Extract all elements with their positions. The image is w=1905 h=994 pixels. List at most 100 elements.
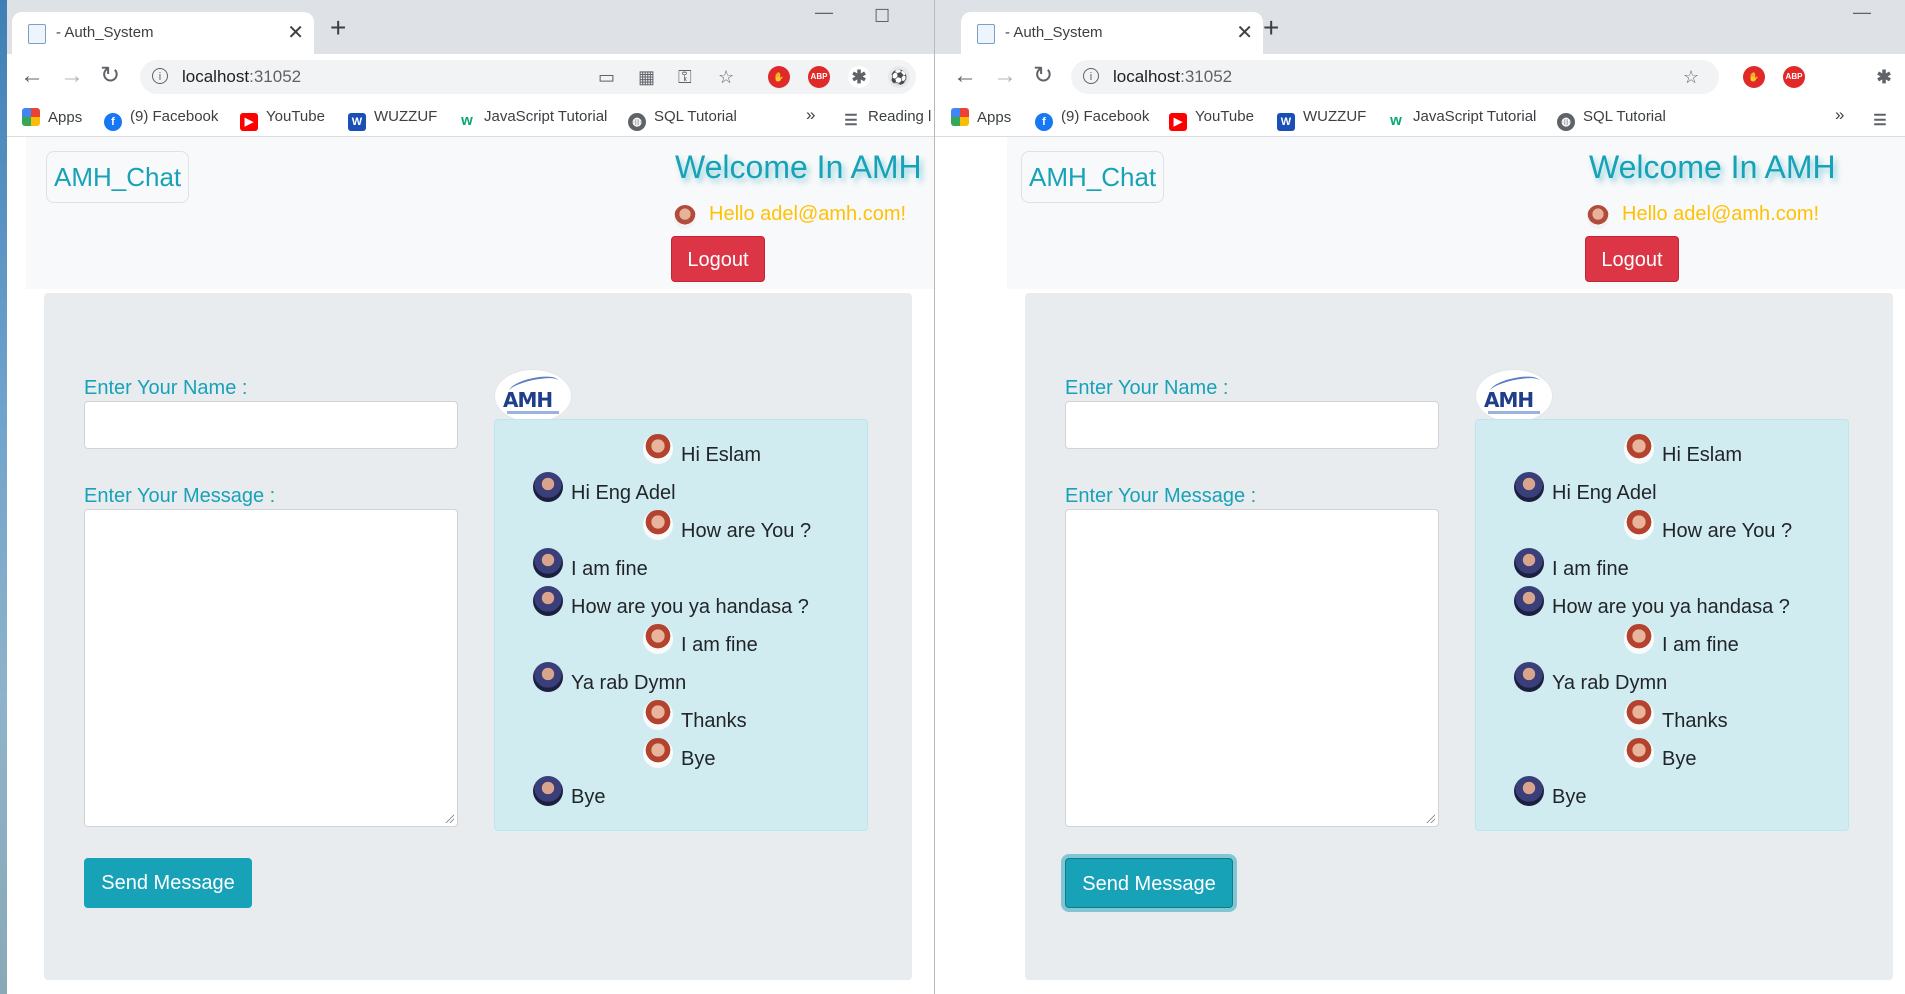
brand-link[interactable]: AMH_Chat (1021, 151, 1165, 203)
tab-close-icon[interactable]: ✕ (1236, 20, 1253, 45)
reading-list[interactable]: ☰ Reading l (842, 108, 931, 130)
chat-message: I am fine (1552, 558, 1629, 580)
message-textarea[interactable] (1065, 509, 1439, 827)
chat-message: I am fine (571, 558, 648, 580)
bookmark-facebook[interactable]: f (9) Facebook (1035, 108, 1149, 131)
my-avatar (643, 700, 673, 730)
bookmark-star-icon[interactable]: ☆ (1683, 67, 1699, 88)
new-tab-button[interactable]: + (330, 14, 346, 42)
contact-avatar (1514, 776, 1544, 806)
back-icon[interactable]: ← (953, 64, 977, 88)
wuzzuf-icon: W (348, 113, 366, 131)
browser-toolbar: ← → ↻ i localhost:31052 ▭ ▦ ⚿ ☆ (0, 54, 934, 100)
my-avatar (1624, 434, 1654, 464)
name-input[interactable] (84, 401, 458, 449)
key-icon[interactable]: ⚿ (678, 67, 692, 88)
bookmark-sql[interactable]: ◍ SQL Tutorial (1557, 108, 1666, 131)
send-message-button[interactable]: Send Message (84, 858, 252, 908)
chat-message: Hi Eng Adel (1552, 482, 1657, 504)
new-tab-button[interactable]: + (1263, 14, 1279, 42)
chat-message: How are You ? (681, 520, 812, 542)
my-avatar (1624, 624, 1654, 654)
message-textarea[interactable] (84, 509, 458, 827)
abp-icon[interactable]: ABP (1783, 66, 1805, 88)
tab-title: - Auth_System (1005, 24, 1103, 41)
desktop-background (0, 0, 7, 994)
name-input[interactable] (1065, 401, 1439, 449)
back-icon[interactable]: ← (20, 64, 44, 88)
chat-message: Ya rab Dymn (571, 672, 687, 694)
name-label: Enter Your Name : (1065, 377, 1229, 399)
contact-avatar (1514, 472, 1544, 502)
address-bar[interactable]: i localhost:31052 ☆ (1071, 60, 1719, 94)
chat-card: Enter Your Name : Enter Your Message : S… (44, 293, 912, 980)
adblock-hand-icon[interactable]: ✋ (768, 66, 790, 88)
browser-tab[interactable]: - Auth_System ✕ (12, 12, 314, 54)
bookmark-youtube[interactable]: ▶ YouTube (240, 108, 325, 131)
bookmark-javascript[interactable]: w JavaScript Tutorial (458, 108, 607, 130)
bookmark-sql[interactable]: ◍ SQL Tutorial (628, 108, 737, 131)
web-page: AMH_Chat Welcome In AMH Hello adel@amh.c… (935, 137, 1905, 994)
reload-icon[interactable]: ↻ (100, 64, 120, 88)
bookmark-star-icon[interactable]: ☆ (718, 67, 734, 88)
message-label: Enter Your Message : (1065, 485, 1257, 507)
apps-grid-icon (22, 108, 40, 126)
my-avatar (643, 624, 673, 654)
apps-grid-icon (951, 108, 969, 126)
facebook-icon: f (104, 113, 122, 131)
amh-logo: AMH (1475, 369, 1553, 423)
reading-list-icon[interactable]: ☰ (1871, 108, 1897, 130)
tab-close-icon[interactable]: ✕ (287, 20, 304, 45)
bookmark-youtube[interactable]: ▶ YouTube (1169, 108, 1254, 131)
chat-message: I am fine (681, 634, 758, 656)
reload-icon[interactable]: ↻ (1033, 64, 1053, 88)
chat-message: Bye (681, 748, 716, 770)
logout-button[interactable]: Logout (671, 236, 765, 282)
my-avatar (1624, 700, 1654, 730)
cast-icon[interactable]: ▭ (598, 67, 615, 88)
bookmark-apps[interactable]: Apps (22, 108, 82, 126)
bookmark-wuzzuf[interactable]: W WUZZUF (1277, 108, 1366, 131)
extensions-icon[interactable]: ✱ (848, 66, 870, 88)
logout-button[interactable]: Logout (1585, 236, 1679, 282)
hello-user: Hello adel@amh.com! (709, 203, 907, 225)
my-avatar (643, 738, 673, 768)
more-bookmarks-chevron[interactable]: » (806, 105, 815, 125)
my-avatar (643, 510, 673, 540)
bookmarks-bar: Apps f (9) Facebook ▶ YouTube W WUZZUF w Jav… (0, 100, 934, 137)
address-bar[interactable]: i localhost:31052 ▭ ▦ ⚿ ☆ (140, 60, 916, 94)
message-label: Enter Your Message : (84, 485, 276, 507)
my-avatar (643, 434, 673, 464)
chat-messages-panel: Hi Eslam Hi Eng Adel How are You ? I am fin… (1475, 419, 1849, 831)
more-bookmarks-chevron[interactable]: » (1835, 105, 1844, 125)
resize-grip-icon[interactable] (444, 813, 454, 823)
contact-avatar (1514, 548, 1544, 578)
bookmark-javascript[interactable]: w JavaScript Tutorial (1387, 108, 1536, 130)
qr-icon[interactable]: ▦ (638, 67, 655, 88)
welcome-heading: Welcome In AMH (675, 149, 922, 185)
chat-messages-panel: Hi Eslam Hi Eng Adel How are You ? I am fin… (494, 419, 868, 831)
site-info-icon[interactable]: i (152, 68, 168, 84)
profile-icon[interactable]: ⚽ (888, 66, 910, 88)
chat-message: Bye (1552, 786, 1587, 808)
url-text: localhost:31052 (1113, 67, 1233, 86)
send-message-button[interactable]: Send Message (1065, 858, 1233, 908)
site-info-icon[interactable]: i (1083, 68, 1099, 84)
resize-grip-icon[interactable] (1425, 813, 1435, 823)
forward-icon[interactable]: → (993, 64, 1017, 88)
maximize-icon[interactable]: ☐ (874, 6, 890, 27)
globe-icon: ◍ (628, 113, 646, 131)
bookmark-apps[interactable]: Apps (951, 108, 1011, 126)
minimize-icon[interactable]: — (1853, 2, 1871, 23)
my-avatar (1624, 738, 1654, 768)
brand-link[interactable]: AMH_Chat (46, 151, 190, 203)
browser-tab[interactable]: - Auth_System ✕ (961, 12, 1263, 54)
forward-icon[interactable]: → (60, 64, 84, 88)
bookmark-facebook[interactable]: f (9) Facebook (104, 108, 218, 131)
minimize-icon[interactable]: — (815, 2, 833, 23)
adblock-hand-icon[interactable]: ✋ (1743, 66, 1765, 88)
extensions-icon[interactable]: ✱ (1873, 66, 1895, 88)
page-icon (977, 24, 995, 44)
bookmark-wuzzuf[interactable]: W WUZZUF (348, 108, 437, 131)
abp-icon[interactable]: ABP (808, 66, 830, 88)
